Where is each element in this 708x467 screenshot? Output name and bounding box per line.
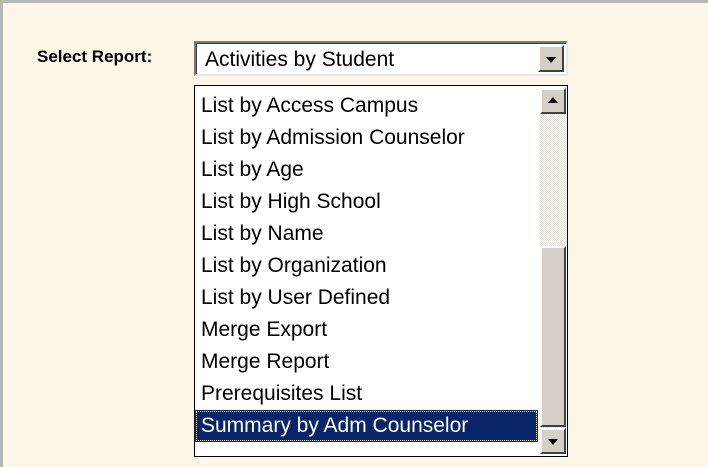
scroll-up-button[interactable] xyxy=(540,88,566,114)
arrow-up-icon xyxy=(548,97,558,103)
chevron-down-icon xyxy=(546,56,556,63)
arrow-down-icon xyxy=(548,439,558,445)
list-item[interactable]: List by High School xyxy=(195,186,538,218)
dropdown-scrollbar[interactable] xyxy=(540,88,566,454)
list-item[interactable]: List by Name xyxy=(195,218,538,250)
report-select-value: Activities by Student xyxy=(205,48,395,71)
scroll-down-button[interactable] xyxy=(540,428,566,454)
list-item[interactable]: Prerequisites List xyxy=(195,378,538,410)
list-item[interactable]: List by Admission Counselor xyxy=(195,122,538,154)
list-item[interactable]: Merge Export xyxy=(195,314,538,346)
report-select[interactable]: Activities by Student xyxy=(194,41,568,76)
select-report-label: Select Report: xyxy=(37,47,153,66)
list-item[interactable]: List by User Defined xyxy=(195,282,538,314)
report-panel: Select Report: Activities by Student Lis… xyxy=(0,0,708,467)
report-dropdown-list[interactable]: List by Access Campus List by Admission … xyxy=(194,85,568,457)
list-item[interactable]: List by Access Campus xyxy=(195,90,538,122)
list-item[interactable]: List by Organization xyxy=(195,250,538,282)
report-select-dropdown-button[interactable] xyxy=(538,45,564,72)
list-item[interactable]: List by Age xyxy=(195,154,538,186)
list-item[interactable]: Merge Report xyxy=(195,346,538,378)
scroll-thumb[interactable] xyxy=(540,246,566,427)
list-item-selected[interactable]: Summary by Adm Counselor xyxy=(195,410,538,442)
